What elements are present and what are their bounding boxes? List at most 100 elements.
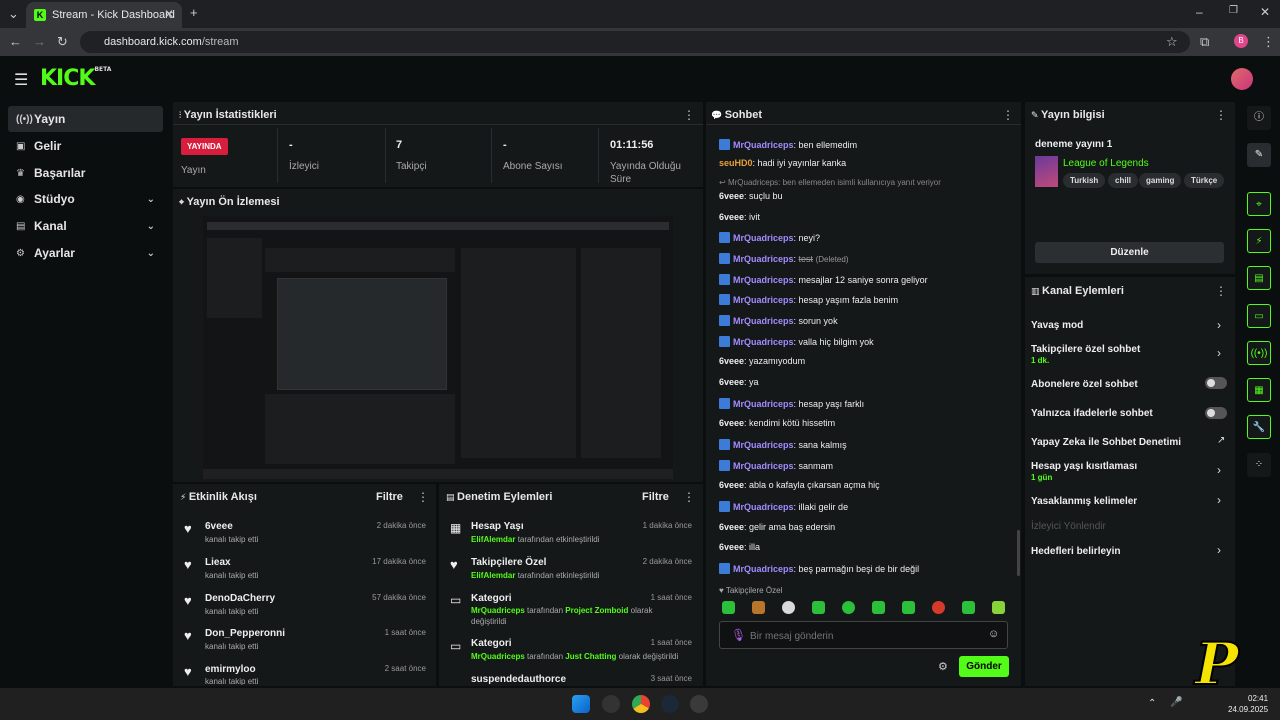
maximize-icon[interactable]: ❐ [1229,5,1238,16]
browser-tab[interactable]: K Stream - Kick Dashboard ✕ [26,2,182,28]
broadcast-toggle-icon[interactable]: ((•)) [1247,341,1271,365]
chat-toggle-icon[interactable]: ▭ [1247,304,1271,328]
extensions-icon[interactable]: ⧉ [1200,34,1209,50]
chat-username[interactable]: 6veee [719,418,744,428]
tray-chevron-up-icon[interactable]: ⌃ [1148,698,1156,709]
action-slow-mode[interactable]: Yavaş mod [1031,320,1083,331]
tab-close-icon[interactable]: ✕ [164,7,174,21]
address-bar[interactable]: dashboard.kick.com/stream [80,31,1190,53]
chat-username[interactable]: 6veee [719,191,744,201]
moderation-filter-button[interactable]: Filtre [642,491,669,503]
chat-username[interactable]: MrQuadriceps [733,316,794,326]
action-set-goals[interactable]: Hedefleri belirleyin [1031,546,1120,557]
stream-preview-video[interactable] [203,216,673,479]
steam-icon[interactable] [661,695,679,713]
chevron-right-icon[interactable]: › [1217,543,1221,557]
chat-username[interactable]: 6veee [719,480,744,490]
activity-menu-icon[interactable]: ⋮ [417,490,429,504]
subs-only-toggle[interactable] [1205,377,1227,389]
emote[interactable] [812,601,825,614]
windows-start-icon[interactable] [572,695,590,713]
channel-actions-menu-icon[interactable]: ⋮ [1215,284,1227,298]
microphone-icon[interactable]: 🎙 [731,628,746,642]
emote[interactable] [902,601,915,614]
sidebar-item-basarilar[interactable]: ♛ Başarılar [8,160,163,186]
mic-tray-icon[interactable]: 🎤 [1170,697,1182,708]
activity-toggle-icon[interactable]: ⚡ [1247,229,1271,253]
action-banned-words[interactable]: Yasaklanmış kelimeler [1031,496,1137,507]
tab-search-icon[interactable]: ⌄ [8,6,19,22]
moderation-toggle-icon[interactable]: ▤ [1247,266,1271,290]
chat-username[interactable]: 6veee [719,212,744,222]
emote[interactable] [782,601,795,614]
chevron-right-icon[interactable]: › [1217,346,1221,360]
chat-username[interactable]: 6veee [719,377,744,387]
chat-username[interactable]: MrQuadriceps [733,440,794,450]
sidebar-item-yayin[interactable]: ((•)) Yayın [8,106,163,132]
reload-icon[interactable]: ↻ [57,34,68,50]
chat-scrollbar[interactable] [1017,530,1020,576]
sidebar-item-kanal[interactable]: ▤ Kanal ⌄ [8,213,163,239]
profile-icon[interactable]: B [1234,34,1248,48]
sidebar-item-gelir[interactable]: ▣ Gelir [8,133,163,159]
chat-username[interactable]: 6veee [719,542,744,552]
send-button[interactable]: Gönder [959,656,1009,677]
chat-menu-icon[interactable]: ⋮ [1002,108,1014,122]
chat-username[interactable]: 6veee [719,356,744,366]
chat-settings-gear-icon[interactable]: ⚙ [938,660,948,673]
apps-icon[interactable]: ⁘ [1247,453,1271,477]
emote[interactable] [962,601,975,614]
edit-button[interactable]: Düzenle [1035,242,1224,263]
action-ai-moderation[interactable]: Yapay Zeka ile Sohbet Denetimi [1031,437,1181,448]
chat-username[interactable]: MrQuadriceps [733,140,794,150]
emote-only-toggle[interactable] [1205,407,1227,419]
action-followers-only[interactable]: Takipçilere özel sohbet 1 dk. [1031,344,1140,365]
emote[interactable] [842,601,855,614]
edit-pencil-icon[interactable]: ✎ [1247,143,1271,167]
emote[interactable] [932,601,945,614]
window-close-icon[interactable]: ✕ [1260,5,1270,19]
layout-toggle-icon[interactable]: ▦ [1247,378,1271,402]
chevron-right-icon[interactable]: › [1217,463,1221,477]
obs-icon[interactable] [602,695,620,713]
chat-username[interactable]: MrQuadriceps [733,337,794,347]
external-link-icon[interactable]: ↗ [1217,435,1225,446]
chevron-right-icon[interactable]: › [1217,493,1221,507]
chat-username[interactable]: MrQuadriceps [733,564,794,574]
forward-icon[interactable]: → [33,34,46,49]
info-icon[interactable]: ⓘ [1247,106,1271,130]
emote[interactable] [752,601,765,614]
chevron-right-icon[interactable]: › [1217,318,1221,332]
minimize-icon[interactable]: – [1196,5,1203,19]
bookmark-star-icon[interactable]: ☆ [1166,34,1178,50]
chat-input-box[interactable]: 🎙 ☺ [719,621,1008,649]
browser-menu-icon[interactable]: ⋮ [1262,34,1275,50]
chat-username[interactable]: MrQuadriceps [733,461,794,471]
activity-filter-button[interactable]: Filtre [376,491,403,503]
chat-username[interactable]: MrQuadriceps [733,254,794,264]
emoji-icon[interactable]: ☺ [988,628,999,640]
chat-username[interactable]: MrQuadriceps [733,233,794,243]
sidebar-item-studyo[interactable]: ◉ Stüdyo ⌄ [8,186,163,212]
wrench-icon[interactable]: 🔧 [1247,415,1271,439]
back-icon[interactable]: ← [9,34,22,49]
stream-info-menu-icon[interactable]: ⋮ [1215,108,1227,122]
avatar[interactable] [1231,68,1253,90]
stats-menu-icon[interactable]: ⋮ [683,108,695,122]
chat-input[interactable] [750,628,970,644]
chat-username[interactable]: MrQuadriceps [733,502,794,512]
emote[interactable] [722,601,735,614]
menu-icon[interactable]: ☰ [14,70,28,90]
chat-username[interactable]: seuHD0 [719,158,753,168]
emote[interactable] [992,601,1005,614]
settings-gear-icon[interactable] [690,695,708,713]
chat-username[interactable]: MrQuadriceps [733,275,794,285]
moderation-menu-icon[interactable]: ⋮ [683,490,695,504]
sidebar-item-ayarlar[interactable]: ⚙ Ayarlar ⌄ [8,240,163,266]
new-tab-icon[interactable]: + [190,5,198,20]
chat-username[interactable]: MrQuadriceps [733,295,794,305]
kick-logo[interactable]: KICKBETA [40,66,111,91]
chat-username[interactable]: 6veee [719,522,744,532]
category-name[interactable]: League of Legends [1063,158,1149,169]
action-account-age[interactable]: Hesap yaşı kısıtlaması 1 gün [1031,461,1137,482]
